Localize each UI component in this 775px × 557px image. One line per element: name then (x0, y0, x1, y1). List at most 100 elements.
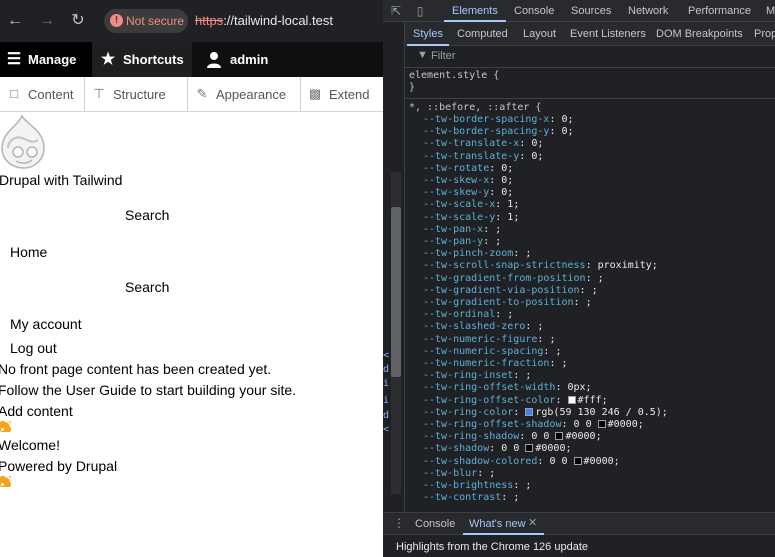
add-content-link[interactable]: Add content (0, 403, 73, 419)
css-declaration[interactable]: --tw-ordinal: ; (423, 309, 513, 321)
css-property-value[interactable]: 0; (531, 138, 543, 149)
css-property-name[interactable]: --tw-translate-y (423, 151, 519, 162)
forward-arrow-icon[interactable]: → (38, 12, 56, 30)
css-property-value[interactable]: 1; (507, 199, 519, 210)
css-declaration[interactable]: --tw-border-spacing-x: 0; (423, 114, 574, 126)
css-declaration[interactable]: --tw-translate-y: 0; (423, 151, 543, 163)
css-property-value[interactable]: proximity; (598, 260, 658, 271)
rule-selector[interactable]: *, ::before, ::after { (409, 102, 541, 113)
toolbar-user[interactable]: admin (192, 42, 302, 77)
tray-item-content[interactable]: □ Content (0, 77, 85, 112)
filter-input[interactable]: Filter (431, 50, 455, 62)
element-style-rule[interactable]: element.style { } (409, 70, 499, 94)
css-property-name[interactable]: --tw-gradient-from-position (423, 273, 586, 284)
css-property-value[interactable]: 0; (561, 126, 573, 137)
toolbar-manage[interactable]: ☰ Manage (0, 42, 92, 77)
css-property-value[interactable]: ; (592, 285, 598, 296)
css-declaration[interactable]: --tw-pan-x: ; (423, 224, 501, 236)
tab-performance[interactable]: Performance (688, 0, 751, 22)
css-declaration[interactable]: --tw-brightness: ; (423, 480, 531, 492)
css-declaration[interactable]: --tw-scroll-snap-strictness: proximity; (423, 260, 658, 272)
css-declaration[interactable]: --tw-ring-shadow: 0 0 #0000; (423, 431, 602, 443)
tab-console[interactable]: Console (514, 0, 554, 22)
tray-item-extend[interactable]: ▩ Extend (301, 77, 383, 112)
css-declaration[interactable]: --tw-numeric-fraction: ; (423, 358, 568, 370)
css-property-value[interactable]: 1; (507, 212, 519, 223)
css-property-name[interactable]: --tw-translate-x (423, 138, 519, 149)
css-property-name[interactable]: --tw-numeric-fraction (423, 358, 549, 369)
css-property-value[interactable]: #0000; (535, 443, 571, 454)
css-property-value[interactable]: ; (525, 248, 531, 259)
nav-home-link[interactable]: Home (10, 244, 47, 260)
css-property-value[interactable]: rgb(59 130 246 / 0.5); (535, 407, 667, 418)
color-swatch-icon[interactable] (525, 444, 534, 453)
css-declaration[interactable]: --tw-ring-color: rgb(59 130 246 / 0.5); (423, 407, 668, 419)
css-property-value[interactable]: ; (525, 370, 531, 381)
css-declaration[interactable]: --tw-ring-offset-shadow: 0 0 #0000; (423, 419, 644, 431)
css-declaration[interactable]: --tw-skew-x: 0; (423, 175, 513, 187)
css-property-name[interactable]: --tw-gradient-via-position (423, 285, 580, 296)
css-declaration[interactable]: --tw-gradient-via-position: ; (423, 285, 598, 297)
css-property-value[interactable]: #0000; (565, 431, 601, 442)
css-property-name[interactable]: --tw-ordinal (423, 309, 495, 320)
css-declaration[interactable]: --tw-translate-x: 0; (423, 138, 543, 150)
rss-feed-icon[interactable] (0, 421, 11, 432)
tab-network[interactable]: Network (628, 0, 668, 22)
tray-item-appearance[interactable]: ✎ Appearance (188, 77, 301, 112)
css-property-name[interactable]: --tw-brightness (423, 480, 513, 491)
css-property-value[interactable]: ; (489, 468, 495, 479)
css-property-name[interactable]: --tw-scale-y (423, 212, 495, 223)
drupal-logo[interactable] (0, 114, 48, 170)
css-property-name[interactable]: --tw-ring-color (423, 407, 513, 418)
powered-by-text[interactable]: Powered by Drupal (0, 458, 117, 474)
css-property-name[interactable]: --tw-border-spacing-y (423, 126, 549, 137)
css-property-name[interactable]: --tw-ring-inset (423, 370, 513, 381)
css-property-value[interactable]: ; (598, 273, 604, 284)
css-declaration[interactable]: --tw-pan-y: ; (423, 236, 501, 248)
close-icon[interactable]: ✕ (528, 516, 537, 529)
css-property-value[interactable]: 0; (501, 175, 513, 186)
css-property-name[interactable]: --tw-ring-offset-color (423, 395, 555, 406)
css-declaration[interactable]: --tw-numeric-figure: ; (423, 334, 555, 346)
subtab-computed[interactable]: Computed (457, 22, 508, 46)
back-arrow-icon[interactable]: ← (6, 12, 24, 30)
css-declaration[interactable]: --tw-border-spacing-y: 0; (423, 126, 574, 138)
css-property-name[interactable]: --tw-ring-offset-width (423, 382, 555, 393)
css-property-value[interactable]: #fff; (578, 395, 608, 406)
css-declaration[interactable]: --tw-numeric-spacing: ; (423, 346, 562, 358)
tab-elements[interactable]: Elements (444, 0, 506, 22)
css-property-name[interactable]: --tw-scale-x (423, 199, 495, 210)
css-property-name[interactable]: --tw-rotate (423, 163, 489, 174)
drawer-menu-icon[interactable]: ⋮ (393, 516, 405, 530)
css-property-value[interactable]: ; (561, 358, 567, 369)
css-property-value[interactable]: 0; (561, 114, 573, 125)
drawer-tab-console[interactable]: Console (415, 513, 455, 535)
css-property-value[interactable]: ; (495, 236, 501, 247)
css-declaration[interactable]: --tw-contrast: ; (423, 492, 519, 504)
tab-sources[interactable]: Sources (571, 0, 611, 22)
css-property-value[interactable]: ; (586, 297, 592, 308)
css-property-value[interactable]: #0000; (584, 456, 620, 467)
css-property-value[interactable]: 0; (501, 163, 513, 174)
css-declaration[interactable]: --tw-pinch-zoom: ; (423, 248, 531, 260)
css-declaration[interactable]: --tw-shadow: 0 0 #0000; (423, 443, 572, 455)
css-property-name[interactable]: --tw-skew-x (423, 175, 489, 186)
css-property-name[interactable]: --tw-skew-y (423, 187, 489, 198)
css-property-value[interactable]: ; (555, 346, 561, 357)
css-property-name[interactable]: --tw-pan-y (423, 236, 483, 247)
css-property-value[interactable]: ; (525, 480, 531, 491)
color-swatch-icon[interactable] (567, 395, 576, 404)
css-property-value[interactable]: 0; (531, 151, 543, 162)
css-declaration[interactable]: --tw-skew-y: 0; (423, 187, 513, 199)
css-property-name[interactable]: --tw-contrast (423, 492, 501, 503)
user-guide-message[interactable]: Follow the User Guide to start building … (0, 382, 296, 398)
universal-rule-selector[interactable]: *, ::before, ::after { (409, 102, 541, 114)
css-property-value[interactable]: ; (495, 224, 501, 235)
css-declaration[interactable]: --tw-gradient-from-position: ; (423, 273, 604, 285)
site-name[interactable]: Drupal with Tailwind (0, 172, 122, 188)
css-property-name[interactable]: --tw-shadow-colored (423, 456, 537, 467)
color-swatch-icon[interactable] (573, 456, 582, 465)
css-property-name[interactable]: --tw-ring-shadow (423, 431, 519, 442)
tray-item-structure[interactable]: ⊤ Structure (85, 77, 188, 112)
url-text[interactable]: https://tailwind-local.test (195, 13, 333, 28)
